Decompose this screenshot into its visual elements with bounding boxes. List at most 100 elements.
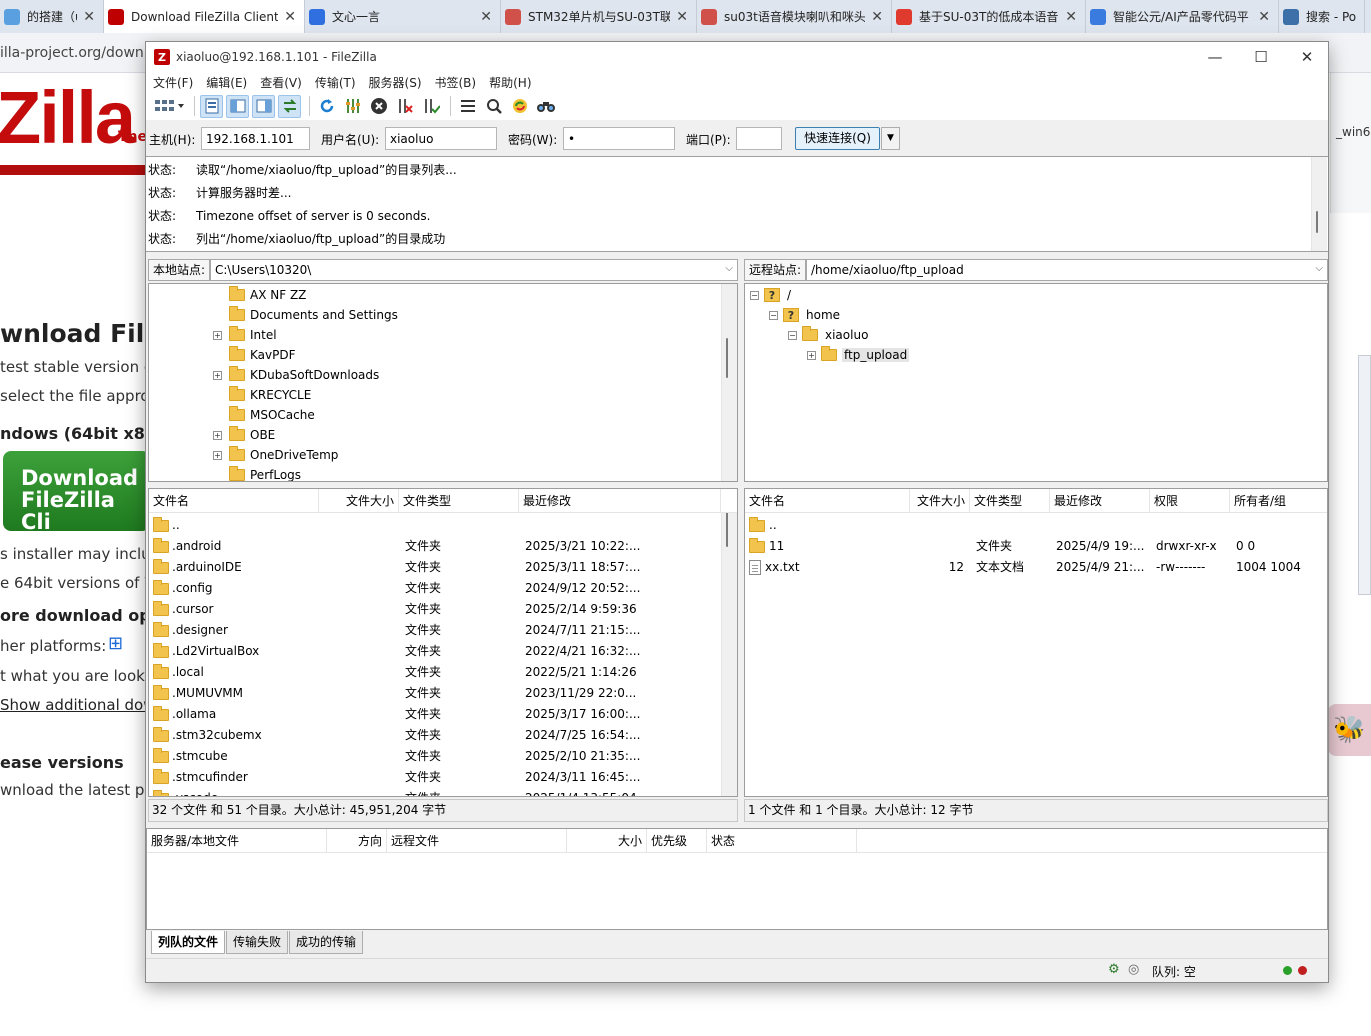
quickconnect-button[interactable]: 快速连接(Q) [795,127,880,150]
tree-node[interactable]: KRECYCLE [213,385,311,405]
tab-close-icon[interactable]: ✕ [284,9,296,25]
local-tree-scroll-thumb[interactable] [726,338,728,378]
process-queue-icon[interactable] [341,95,364,118]
file-row[interactable]: .stmcufinder 文件夹 2024/3/11 16:45:... [149,767,737,788]
menu-item[interactable]: 编辑(E) [206,74,247,91]
column-header[interactable]: 状态 [707,829,857,853]
column-header[interactable]: 文件大小 [910,489,970,513]
tree-node[interactable]: −? / [750,285,793,305]
tree-node[interactable]: Documents and Settings [213,305,398,325]
column-header[interactable]: 文件类型 [399,489,519,513]
reconnect-icon[interactable] [419,95,442,118]
tree-node[interactable]: + Intel [213,325,277,345]
file-row[interactable]: .stm32cubemx 文件夹 2024/7/25 16:54:... [149,725,737,746]
queue-tab[interactable]: 列队的文件 [151,931,226,954]
menu-item[interactable]: 查看(V) [260,74,302,91]
column-header[interactable]: 大小 [567,829,647,853]
file-row[interactable]: .. [149,515,737,536]
expand-icon[interactable]: + [213,330,222,340]
refresh-icon[interactable] [315,95,338,118]
queue-tab[interactable]: 传输失败 [226,931,289,954]
tab-close-icon[interactable]: ✕ [676,9,688,25]
expand-icon[interactable]: + [213,370,222,380]
speed-limit-icon[interactable]: ⚙ [1108,962,1120,977]
browser-tab[interactable]: 基于SU-03T的低成本语音 ✕ [892,0,1086,33]
local-tree-scrollbar[interactable] [721,284,737,481]
directory-listing-filters-icon[interactable] [456,95,479,118]
toggle-remote-tree-icon[interactable] [252,94,275,118]
log-scroll-thumb[interactable] [1316,211,1318,233]
file-row[interactable]: 11 文件夹 2025/4/9 19:... drwxr-xr-x 0 0 [745,536,1327,557]
column-header[interactable]: 最近修改 [519,489,721,513]
browser-tab[interactable]: su03t语音模块喇叭和咪头 ✕ [697,0,892,33]
expand-icon[interactable]: − [750,290,759,300]
chevron-down-icon[interactable]: ⌵ [725,263,733,274]
tree-node[interactable]: PerfLogs [213,465,301,481]
search-files-icon[interactable] [534,95,557,118]
assistant-bee-icon[interactable]: 🐝 [1328,704,1371,756]
tree-node[interactable]: + OneDriveTemp [213,445,338,465]
tree-node[interactable]: KavPDF [213,345,296,365]
host-input[interactable] [201,127,310,150]
expand-icon[interactable]: + [213,450,222,460]
tab-close-icon[interactable]: ✕ [480,9,492,25]
browser-tab[interactable]: STM32单片机与SU-03T联 ✕ [501,0,697,33]
local-path-input[interactable]: C:\Users\10320\ ⌵ [210,259,738,281]
file-row[interactable]: .designer 文件夹 2024/7/11 21:15:... [149,620,737,641]
browser-tab[interactable]: 搜索 - Po [1279,0,1365,33]
file-row[interactable]: .arduinoIDE 文件夹 2025/3/11 18:57:... [149,557,737,578]
column-header[interactable]: 所有者/组 [1230,489,1327,513]
menu-item[interactable]: 书签(B) [435,74,477,91]
column-header[interactable]: 文件类型 [970,489,1050,513]
disconnect-icon[interactable] [393,95,416,118]
filter-status-icon[interactable]: ◎ [1128,962,1139,977]
toggle-log-icon[interactable] [200,94,223,118]
port-input[interactable] [736,127,782,150]
file-row[interactable]: .. [745,515,1327,536]
menu-item[interactable]: 传输(T) [315,74,356,91]
tree-node[interactable]: AX NF ZZ [213,285,306,305]
expand-icon[interactable]: − [788,330,797,340]
expand-icon[interactable]: + [213,430,222,440]
quickconnect-history-dropdown[interactable]: ▼ [881,127,900,150]
column-header[interactable]: 最近修改 [1050,489,1150,513]
column-header[interactable]: 权限 [1150,489,1230,513]
site-manager-icon[interactable] [152,95,186,118]
tab-close-icon[interactable]: ✕ [1258,9,1270,25]
file-row[interactable]: .MUMUVMM 文件夹 2023/11/29 22:0... [149,683,737,704]
tab-close-icon[interactable]: ✕ [871,9,883,25]
url-text[interactable]: illa-project.org/downloa [0,45,165,61]
password-input[interactable] [563,127,675,150]
browser-tab[interactable]: 的搭建（ubunt ✕ [0,0,104,33]
column-header[interactable]: 文件名 [149,489,319,513]
tree-node[interactable]: + ftp_upload [807,345,910,365]
synchronized-browsing-icon[interactable] [508,95,531,118]
expand-icon[interactable]: − [769,310,778,320]
file-row[interactable]: .vscode 文件夹 2025/1/4 13:55:04 [149,788,737,796]
column-header[interactable]: 优先级 [647,829,707,853]
menu-item[interactable]: 服务器(S) [369,74,422,91]
compare-directories-icon[interactable] [482,95,505,118]
close-button[interactable]: ✕ [1284,42,1330,72]
title-bar[interactable]: Z xiaoluo@192.168.1.101 - FileZilla — ☐ … [146,42,1328,72]
cancel-operation-icon[interactable] [367,95,390,118]
queue-tab[interactable]: 成功的传输 [289,931,364,954]
file-row[interactable]: .stmcube 文件夹 2025/2/10 21:35:... [149,746,737,767]
browser-tab[interactable]: 智能公元/AI产品零代码平 ✕ [1086,0,1279,33]
tree-node[interactable]: + KDubaSoftDownloads [213,365,379,385]
minimize-button[interactable]: — [1192,42,1238,72]
file-row[interactable]: .Ld2VirtualBox 文件夹 2022/4/21 16:32:... [149,641,737,662]
toggle-local-tree-icon[interactable] [226,94,249,118]
tree-node[interactable]: −? home [769,305,842,325]
tab-close-icon[interactable]: ✕ [83,9,95,25]
log-scrollbar[interactable] [1311,157,1327,251]
download-filezilla-button[interactable]: Download FileZilla Cli [3,451,150,533]
file-row[interactable]: xx.txt 12 文本文档 2025/4/9 21:... -rw------- 100… [745,557,1327,578]
file-row[interactable]: .ollama 文件夹 2025/3/17 16:00:... [149,704,737,725]
column-header[interactable]: 文件大小 [319,489,399,513]
file-row[interactable]: .config 文件夹 2024/9/12 20:52:... [149,578,737,599]
remote-path-input[interactable]: /home/xiaoluo/ftp_upload ⌵ [806,259,1328,281]
windows-32-icon[interactable]: ⊞ [108,633,123,654]
show-additional-link[interactable]: Show additional dow [0,696,155,714]
tree-node[interactable]: − xiaoluo [788,325,870,345]
